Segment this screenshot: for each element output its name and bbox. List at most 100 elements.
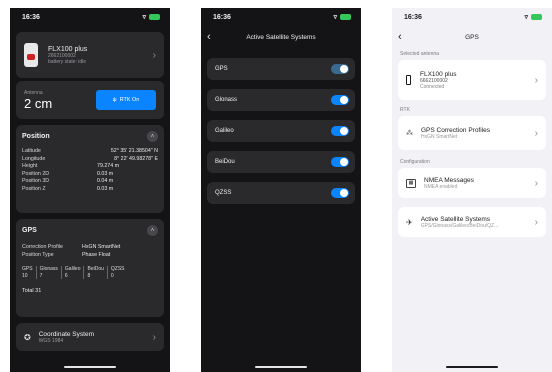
status-time: 16:36 xyxy=(213,13,231,21)
position-type-row: Position Type Phase Float xyxy=(22,251,111,258)
battery-icon xyxy=(340,14,351,20)
section-header-selected-antenna: Selected antenna xyxy=(400,51,439,57)
active-satellite-systems-row[interactable]: ✈ Active Satellite Systems GPS/Glonass/G… xyxy=(398,207,546,237)
gps-card: GPS ˄ Correction Profile HxGN SmartNet Po… xyxy=(16,219,164,317)
chevron-right-icon: › xyxy=(534,177,538,189)
correction-profiles-row[interactable]: ⁂ GPS Correction Profiles HxGN SmartNet … xyxy=(398,116,546,150)
satellite-list: GPS Glonass Galileo BeiDou QZSS xyxy=(201,58,361,204)
satellite-count-table: GPS 10 Glonass 7 Galileo 6 BeiDou 8 QZSS 0 xyxy=(22,266,158,279)
nmea-messages-title: NMEA Messages xyxy=(424,176,474,184)
chevron-right-icon: › xyxy=(152,331,156,343)
satellite-total: Total 31 xyxy=(22,288,42,294)
satellite-row-glonass: Glonass xyxy=(207,89,355,111)
correction-profiles-title: GPS Correction Profiles xyxy=(421,126,490,134)
gps-title: GPS xyxy=(22,227,37,234)
toggle-gps[interactable] xyxy=(331,64,349,74)
device-name: FLX100 plus xyxy=(48,45,88,53)
wifi-icon: ▿ xyxy=(333,14,337,21)
phone-screen-device: 16:36 ▿ FLX100 plus 2662100002 battery s… xyxy=(10,8,170,372)
satellite-icon: ✈ xyxy=(406,217,413,227)
home-indicator[interactable] xyxy=(446,366,498,368)
sat-col: QZSS 0 xyxy=(110,266,125,279)
chevron-right-icon: › xyxy=(534,74,538,86)
status-time: 16:36 xyxy=(404,13,422,21)
satellite-row-beidou: BeiDou xyxy=(207,151,355,173)
device-status: battery state: idle xyxy=(48,58,87,65)
correction-profiles-sub: HxGN SmartNet xyxy=(421,133,458,140)
satellite-row-qzss: QZSS xyxy=(207,182,355,204)
signal-icon: ⁂ xyxy=(406,130,413,137)
nmea-messages-sub: NMEA enabled xyxy=(424,183,458,190)
back-chevron-icon[interactable]: ‹ xyxy=(398,31,402,43)
wifi-icon: ▿ xyxy=(142,14,146,21)
satellite-name: GPS xyxy=(215,66,228,72)
rtk-button[interactable]: ψ RTK On xyxy=(96,90,156,110)
collapse-up-icon[interactable]: ˄ xyxy=(147,131,158,142)
chevron-right-icon: › xyxy=(534,127,538,139)
satellite-row-galileo: Galileo xyxy=(207,120,355,142)
correction-profile-row: Correction Profile HxGN SmartNet xyxy=(22,244,121,250)
section-header-configuration: Configuration xyxy=(400,159,430,165)
status-bar: 16:36 ▿ xyxy=(201,8,361,26)
device-card[interactable]: FLX100 plus 2662100002 battery state: id… xyxy=(16,32,164,78)
home-indicator[interactable] xyxy=(64,366,116,368)
active-satellite-systems-sub: GPS/Glonass/Galileo/BeiDou/QZ... xyxy=(420,222,499,229)
toggle-qzss[interactable] xyxy=(331,188,349,198)
position-row: Latitude 52° 35' 21.38504" N xyxy=(22,148,158,154)
sat-col: BeiDou 8 xyxy=(84,266,108,279)
battery-icon xyxy=(531,14,542,20)
position-row: Height 79.274 m xyxy=(22,163,120,169)
section-header-rtk: RTK xyxy=(400,107,410,113)
antenna-name: FLX100 plus xyxy=(420,70,457,78)
toggle-glonass[interactable] xyxy=(331,95,349,105)
page-title: Active Satellite Systems xyxy=(246,33,316,41)
position-row: Position Z 0.03 m xyxy=(22,185,114,192)
sat-col: Glonass 7 xyxy=(37,266,62,279)
back-chevron-icon[interactable]: ‹ xyxy=(207,31,211,43)
home-indicator[interactable] xyxy=(255,366,307,368)
chevron-right-icon: › xyxy=(152,49,156,61)
status-bar: 16:36 ▿ xyxy=(10,8,170,26)
satellite-name: QZSS xyxy=(215,190,232,196)
position-title: Position xyxy=(22,133,50,140)
nav-bar: ‹ Active Satellite Systems xyxy=(201,26,361,48)
position-card: Position ˄ Latitude 52° 35' 21.38504" N L… xyxy=(16,125,164,213)
chevron-right-icon: › xyxy=(534,216,538,228)
antenna-card: Antenna 2 cm ψ RTK On xyxy=(16,81,164,119)
globe-icon: ✪ xyxy=(24,332,31,342)
nmea-messages-row[interactable]: ▦ NMEA Messages NMEA enabled › xyxy=(398,168,546,198)
sat-col: Galileo 6 xyxy=(62,266,85,279)
position-row: Position 2D 0.03 m xyxy=(22,170,114,177)
antenna-status: Connected xyxy=(420,83,445,90)
phone-screen-satellites: 16:36 ▿ ‹ Active Satellite Systems GPS G… xyxy=(201,8,361,372)
sat-col: GPS 10 xyxy=(22,266,37,279)
collapse-up-icon[interactable]: ˄ xyxy=(147,225,158,236)
page-title: GPS xyxy=(465,33,479,41)
nav-bar: ‹ GPS xyxy=(392,26,552,48)
position-row: Position 3D 0.04 m xyxy=(22,178,114,184)
antenna-row[interactable]: FLX100 plus 6662100002 Connected › xyxy=(398,60,546,100)
position-row: Longitude 8° 22' 49.98278" E xyxy=(22,155,158,162)
rtk-button-label: RTK On xyxy=(119,97,140,103)
device-image-icon xyxy=(24,43,38,67)
satellite-name: BeiDou xyxy=(215,159,235,165)
active-satellite-systems-title: Active Satellite Systems xyxy=(420,215,491,223)
status-bar: 16:36 ▿ xyxy=(392,8,552,26)
toggle-galileo[interactable] xyxy=(331,126,349,136)
status-time: 16:36 xyxy=(22,13,40,21)
position-rows: Latitude 52° 35' 21.38504" N Longitude 8° … xyxy=(22,148,158,193)
phone-screen-gps: 16:36 ▿ ‹ GPS Selected antenna FLX100 pl… xyxy=(392,8,552,372)
antenna-value: 2 cm xyxy=(24,95,53,111)
satellite-row-gps: GPS xyxy=(207,58,355,80)
satellite-name: Glonass xyxy=(215,97,238,103)
coordinate-system-card[interactable]: ✪ Coordinate System WGS 1984 › xyxy=(16,323,164,351)
message-icon: ▦ xyxy=(406,178,416,188)
toggle-beidou[interactable] xyxy=(331,157,349,167)
antenna-device-icon xyxy=(406,75,411,85)
coordinate-system-sub: WGS 1984 xyxy=(38,337,64,344)
battery-icon xyxy=(149,14,160,20)
satellite-name: Galileo xyxy=(215,128,234,134)
antenna-icon: ψ xyxy=(112,97,117,103)
coordinate-system-title: Coordinate System xyxy=(38,330,94,338)
wifi-icon: ▿ xyxy=(524,14,528,21)
